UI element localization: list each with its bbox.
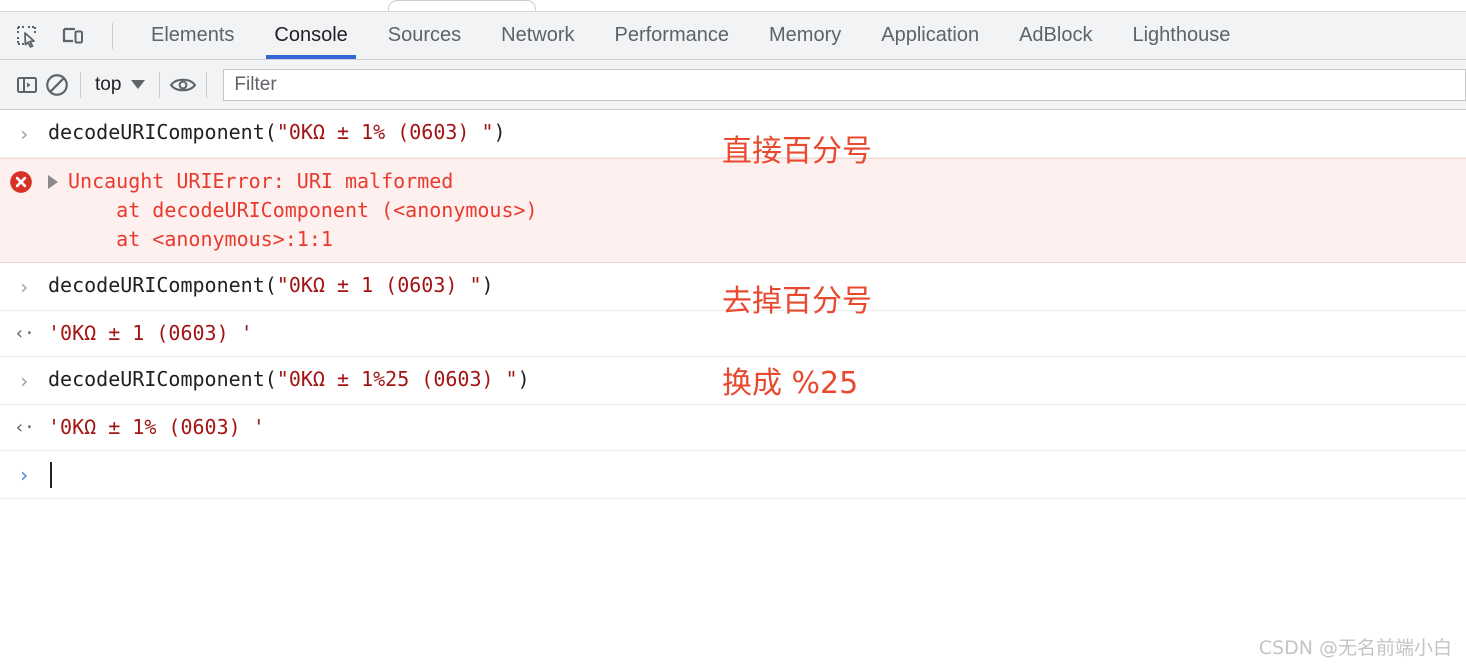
console-sidebar-toggle-icon[interactable]: [12, 70, 42, 100]
live-expression-eye-icon[interactable]: [168, 70, 198, 100]
tab-sources-label: Sources: [387, 24, 462, 46]
console-command-text: decodeURIComponent("0KΩ ± 1%25 (0603) "): [48, 365, 530, 394]
console-command-text: decodeURIComponent("0KΩ ± 1 (0603) "): [48, 271, 494, 300]
prompt-marker-gutter: ›: [0, 459, 48, 490]
tab-adblock-label: AdBlock: [1019, 24, 1093, 46]
tab-network-label: Network: [501, 24, 575, 46]
tab-console-label: Console: [274, 24, 348, 46]
console-error-content: Uncaught URIError: URI malformed at deco…: [68, 167, 538, 254]
device-toolbar-icon[interactable]: [58, 21, 88, 51]
toolbar-divider-4: [206, 71, 208, 98]
error-circle-icon: [10, 171, 32, 193]
devtools-tool-icons: [0, 12, 121, 59]
console-prompt-input[interactable]: [48, 459, 52, 488]
console-filter-input[interactable]: [223, 68, 1466, 101]
toolbar-divider: [112, 22, 113, 49]
command-fn-4: decodeURIComponent(: [48, 367, 277, 391]
tab-console[interactable]: Console: [254, 12, 367, 59]
output-chevron-icon: ‹·: [14, 417, 35, 438]
execution-context-selector[interactable]: top: [89, 74, 151, 96]
error-icon-gutter: [0, 167, 48, 195]
devtools-tab-list: Elements Console Sources Network Perform…: [131, 12, 1250, 59]
eye-glyph: [170, 78, 197, 91]
no-entry-glyph: [46, 73, 68, 96]
tab-performance[interactable]: Performance: [595, 12, 750, 59]
error-stack-line-1: at <anonymous>:1:1: [68, 227, 333, 251]
tab-network[interactable]: Network: [481, 12, 594, 59]
inspect-element-icon[interactable]: [12, 21, 42, 51]
tab-application[interactable]: Application: [861, 12, 999, 59]
console-error-row[interactable]: Uncaught URIError: URI malformed at deco…: [0, 158, 1466, 263]
console-command-text: decodeURIComponent("0KΩ ± 1% (0603) "): [48, 118, 506, 147]
output-chevron-icon: ‹·: [14, 323, 35, 344]
console-command-row[interactable]: › decodeURIComponent("0KΩ ± 1% (0603) "): [0, 110, 1466, 158]
command-close-2: ): [481, 273, 494, 297]
input-marker-gutter: ›: [0, 365, 48, 396]
tab-performance-label: Performance: [614, 24, 730, 46]
command-close-4: ): [517, 367, 530, 391]
devtools-tabbar: Elements Console Sources Network Perform…: [0, 11, 1466, 60]
tab-lighthouse-label: Lighthouse: [1132, 24, 1231, 46]
input-chevron-icon: ›: [17, 122, 31, 146]
console-result-row[interactable]: ‹· '0KΩ ± 1 (0603) ': [0, 311, 1466, 357]
execution-context-label: top: [95, 73, 122, 95]
devtools-window: Elements Console Sources Network Perform…: [0, 0, 1466, 670]
tab-elements[interactable]: Elements: [131, 12, 254, 59]
tab-sources[interactable]: Sources: [368, 12, 481, 59]
device-toolbar-glyph: [62, 27, 83, 43]
input-chevron-icon: ›: [17, 275, 31, 299]
toolbar-divider-3: [159, 71, 161, 98]
input-chevron-icon: ›: [17, 369, 31, 393]
command-arg-2: "0KΩ ± 1 (0603) ": [276, 273, 482, 297]
watermark: CSDN @无名前端小白: [1258, 637, 1452, 659]
tab-lighthouse[interactable]: Lighthouse: [1112, 12, 1250, 59]
console-command-row[interactable]: › decodeURIComponent("0KΩ ± 1 (0603) "): [0, 263, 1466, 311]
text-cursor: [50, 461, 52, 488]
expand-triangle-icon[interactable]: [48, 175, 64, 189]
tab-adblock[interactable]: AdBlock: [999, 12, 1112, 59]
console-result-value: '0KΩ ± 1 (0603) ': [48, 321, 253, 345]
tab-elements-label: Elements: [151, 24, 235, 46]
tab-memory-label: Memory: [769, 24, 842, 46]
sidebar-panel-glyph: [17, 76, 37, 93]
inspect-element-glyph: [17, 25, 36, 48]
console-error-body: Uncaught URIError: URI malformed at deco…: [48, 167, 1466, 254]
clear-console-icon[interactable]: [42, 70, 72, 100]
error-stack-line-0: at decodeURIComponent (<anonymous>): [68, 198, 538, 222]
output-marker-gutter: ‹·: [0, 319, 48, 347]
command-fn-0: decodeURIComponent(: [48, 120, 277, 144]
input-marker-gutter: ›: [0, 271, 48, 302]
console-result-value: '0KΩ ± 1% (0603) ': [48, 415, 265, 439]
command-close-0: ): [493, 120, 506, 144]
console-message-list[interactable]: › decodeURIComponent("0KΩ ± 1% (0603) ")…: [0, 110, 1466, 670]
chevron-down-icon: [131, 80, 146, 89]
console-result-row[interactable]: ‹· '0KΩ ± 1% (0603) ': [0, 405, 1466, 451]
command-arg-4: "0KΩ ± 1%25 (0603) ": [276, 367, 518, 391]
command-arg-0: "0KΩ ± 1% (0603) ": [276, 120, 494, 144]
tab-application-label: Application: [881, 24, 980, 46]
console-prompt-row[interactable]: ›: [0, 451, 1466, 499]
prompt-chevron-icon: ›: [17, 463, 31, 487]
tab-memory[interactable]: Memory: [749, 12, 861, 59]
input-marker-gutter: ›: [0, 118, 48, 149]
console-toolbar: top: [0, 60, 1466, 110]
console-command-row[interactable]: › decodeURIComponent("0KΩ ± 1%25 (0603) …: [0, 357, 1466, 405]
output-marker-gutter: ‹·: [0, 413, 48, 441]
command-fn-2: decodeURIComponent(: [48, 273, 277, 297]
toolbar-divider-2: [80, 71, 81, 98]
error-title: Uncaught URIError: URI malformed: [68, 169, 454, 193]
